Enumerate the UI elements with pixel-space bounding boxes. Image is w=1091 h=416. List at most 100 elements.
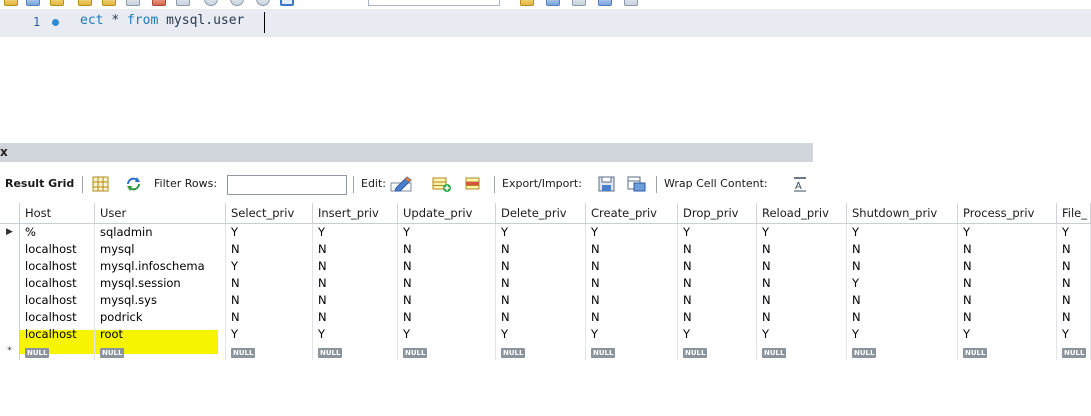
- cell-create-priv[interactable]: N: [586, 309, 678, 326]
- wrap-cell-icon[interactable]: A: [792, 176, 808, 192]
- cell-shutdown-priv[interactable]: Y: [847, 326, 958, 343]
- cell-shutdown-priv[interactable]: N: [847, 309, 958, 326]
- cell-user[interactable]: mysql: [95, 241, 226, 258]
- filter-rows-input[interactable]: [227, 175, 347, 195]
- cell-insert-priv[interactable]: N: [313, 292, 398, 309]
- cell-reload-priv[interactable]: Y: [757, 224, 847, 241]
- cell-reload-priv[interactable]: N: [757, 241, 847, 258]
- cell-reload-priv[interactable]: N: [757, 258, 847, 275]
- cell-file[interactable]: Y: [1057, 326, 1091, 343]
- toggle-output-icon[interactable]: [280, 0, 294, 6]
- cell-shutdown-priv[interactable]: N: [847, 241, 958, 258]
- cell-select-priv[interactable]: Y: [226, 224, 313, 241]
- cell-host[interactable]: localhost: [20, 326, 95, 343]
- cell-select-priv[interactable]: N: [226, 309, 313, 326]
- row-indicator[interactable]: [0, 241, 20, 258]
- cell-insert-priv[interactable]: N: [313, 309, 398, 326]
- column-header-create-priv[interactable]: Create_priv: [586, 203, 678, 223]
- null-cell-user[interactable]: NULL: [95, 343, 226, 360]
- sql-editor-text[interactable]: ect * from mysql.user: [80, 13, 244, 28]
- cell-update-priv[interactable]: N: [398, 309, 496, 326]
- column-header-reload-priv[interactable]: Reload_priv: [757, 203, 847, 223]
- cell-user[interactable]: mysql.infoschema: [95, 258, 226, 275]
- execute-statement-icon[interactable]: [78, 0, 92, 6]
- cell-reload-priv[interactable]: N: [757, 309, 847, 326]
- cell-drop-priv[interactable]: Y: [678, 224, 757, 241]
- cell-drop-priv[interactable]: N: [678, 275, 757, 292]
- cell-update-priv[interactable]: Y: [398, 224, 496, 241]
- cell-host[interactable]: localhost: [20, 275, 95, 292]
- cell-host[interactable]: localhost: [20, 292, 95, 309]
- null-cell-select-priv[interactable]: NULL: [226, 343, 313, 360]
- cell-file[interactable]: Y: [1057, 224, 1091, 241]
- table-row[interactable]: localhost mysql.infoschema Y N N N N N N N N N: [0, 258, 1091, 275]
- cell-process-priv[interactable]: Y: [958, 224, 1057, 241]
- cell-delete-priv[interactable]: N: [496, 275, 586, 292]
- cell-process-priv[interactable]: Y: [958, 326, 1057, 343]
- cell-host[interactable]: %: [20, 224, 95, 241]
- column-header-delete-priv[interactable]: Delete_priv: [496, 203, 586, 223]
- cell-drop-priv[interactable]: N: [678, 241, 757, 258]
- cell-process-priv[interactable]: N: [958, 258, 1057, 275]
- cell-file[interactable]: N: [1057, 241, 1091, 258]
- toggle-error-icon[interactable]: [152, 0, 166, 6]
- null-cell-delete-priv[interactable]: NULL: [496, 343, 586, 360]
- null-cell-create-priv[interactable]: NULL: [586, 343, 678, 360]
- cell-host[interactable]: localhost: [20, 258, 95, 275]
- column-header-host[interactable]: Host: [20, 203, 95, 223]
- column-header-insert-priv[interactable]: Insert_priv: [313, 203, 398, 223]
- result-grid-tab[interactable]: Result Grid: [5, 177, 74, 190]
- cell-create-priv[interactable]: N: [586, 241, 678, 258]
- column-header-update-priv[interactable]: Update_priv: [398, 203, 496, 223]
- cell-shutdown-priv[interactable]: Y: [847, 275, 958, 292]
- cell-insert-priv[interactable]: Y: [313, 326, 398, 343]
- close-tab-icon[interactable]: x: [0, 143, 10, 162]
- column-header-file[interactable]: File_: [1057, 203, 1091, 223]
- column-header-process-priv[interactable]: Process_priv: [958, 203, 1057, 223]
- cell-delete-priv[interactable]: N: [496, 241, 586, 258]
- null-cell-insert-priv[interactable]: NULL: [313, 343, 398, 360]
- null-cell-update-priv[interactable]: NULL: [398, 343, 496, 360]
- row-indicator[interactable]: [0, 326, 20, 343]
- cell-file[interactable]: N: [1057, 292, 1091, 309]
- cell-shutdown-priv[interactable]: Y: [847, 224, 958, 241]
- cell-insert-priv[interactable]: N: [313, 275, 398, 292]
- cell-drop-priv[interactable]: N: [678, 258, 757, 275]
- cell-process-priv[interactable]: N: [958, 241, 1057, 258]
- null-cell-process-priv[interactable]: NULL: [958, 343, 1057, 360]
- open-file-icon[interactable]: [4, 0, 18, 6]
- query-limit-icon[interactable]: [256, 0, 270, 6]
- beautify-icon[interactable]: [546, 0, 560, 6]
- cell-update-priv[interactable]: N: [398, 258, 496, 275]
- null-cell-reload-priv[interactable]: NULL: [757, 343, 847, 360]
- find-icon[interactable]: [572, 0, 586, 6]
- column-header-select-priv[interactable]: Select_priv: [226, 203, 313, 223]
- column-header-user[interactable]: User: [95, 203, 226, 223]
- table-row[interactable]: ▶% sqladmin Y Y Y Y Y Y Y Y Y Y: [0, 224, 1091, 241]
- null-cell-host[interactable]: NULL: [20, 343, 95, 360]
- table-row[interactable]: localhost root Y Y Y Y Y Y Y Y Y Y: [0, 326, 1091, 343]
- cell-process-priv[interactable]: N: [958, 309, 1057, 326]
- cell-delete-priv[interactable]: N: [496, 292, 586, 309]
- cell-shutdown-priv[interactable]: N: [847, 258, 958, 275]
- add-row-icon[interactable]: [432, 176, 452, 192]
- result-panel-splitter[interactable]: [0, 143, 813, 162]
- column-header-shutdown-priv[interactable]: Shutdown_priv: [847, 203, 958, 223]
- cell-select-priv[interactable]: N: [226, 292, 313, 309]
- cell-update-priv[interactable]: Y: [398, 326, 496, 343]
- cell-user[interactable]: sqladmin: [95, 224, 226, 241]
- row-indicator[interactable]: [0, 275, 20, 292]
- save-icon[interactable]: [26, 0, 40, 6]
- explain-icon[interactable]: [102, 0, 116, 6]
- cell-update-priv[interactable]: N: [398, 292, 496, 309]
- cell-select-priv[interactable]: N: [226, 275, 313, 292]
- cell-user[interactable]: podrick: [95, 309, 226, 326]
- cell-create-priv[interactable]: N: [586, 292, 678, 309]
- autocommit-icon[interactable]: [176, 0, 190, 6]
- null-cell-drop-priv[interactable]: NULL: [678, 343, 757, 360]
- cell-host[interactable]: localhost: [20, 241, 95, 258]
- cell-insert-priv[interactable]: N: [313, 241, 398, 258]
- cell-create-priv[interactable]: N: [586, 275, 678, 292]
- refresh-icon[interactable]: [125, 176, 142, 192]
- grid-view-icon[interactable]: [92, 176, 109, 192]
